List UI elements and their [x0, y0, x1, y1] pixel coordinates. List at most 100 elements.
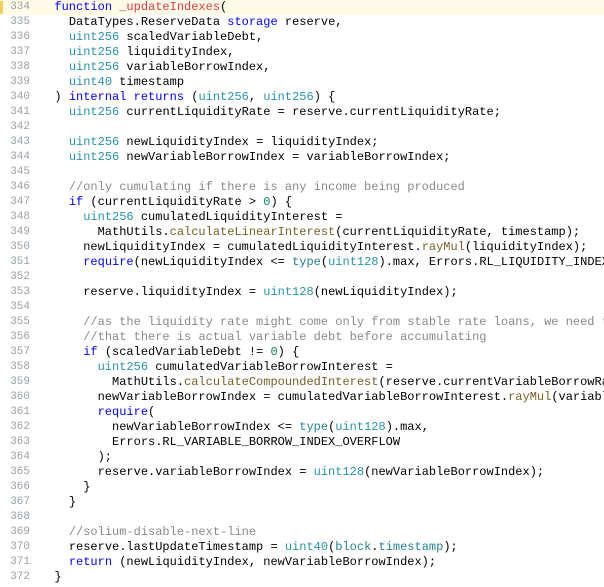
line-number: 371 — [0, 556, 40, 570]
code-line[interactable]: 344 uint256 newVariableBorrowIndex = var… — [0, 150, 604, 165]
code-content[interactable]: newVariableBorrowIndex = cumulatedVariab… — [40, 390, 604, 405]
code-content[interactable]: } — [40, 570, 604, 585]
line-number: 352 — [0, 271, 40, 285]
code-line[interactable]: 349 MathUtils.calculateLinearInterest(cu… — [0, 225, 604, 240]
code-content[interactable]: //solium-disable-next-line — [40, 525, 604, 540]
code-line[interactable]: 354 — [0, 300, 604, 315]
code-line[interactable]: 345 — [0, 165, 604, 180]
line-number: 370 — [0, 541, 40, 555]
code-content[interactable]: uint256 cumulatedVariableBorrowInterest … — [40, 360, 604, 375]
code-line[interactable]: 350 newLiquidityIndex = cumulatedLiquidi… — [0, 240, 604, 255]
line-number: 356 — [0, 331, 40, 345]
code-line[interactable]: 364 ); — [0, 450, 604, 465]
line-number: 364 — [0, 451, 40, 465]
line-number: 363 — [0, 436, 40, 450]
code-line[interactable]: 369 //solium-disable-next-line — [0, 525, 604, 540]
code-content[interactable]: DataTypes.ReserveData storage reserve, — [40, 15, 604, 30]
code-content[interactable]: MathUtils.calculateLinearInterest(curren… — [40, 225, 604, 240]
code-content[interactable]: ); — [40, 450, 604, 465]
code-content[interactable]: return (newLiquidityIndex, newVariableBo… — [40, 555, 604, 570]
code-content[interactable]: Errors.RL_VARIABLE_BORROW_INDEX_OVERFLOW — [40, 435, 604, 450]
line-number: 340 — [0, 91, 40, 105]
code-content[interactable]: if (currentLiquidityRate > 0) { — [40, 195, 604, 210]
code-content[interactable]: require( — [40, 405, 604, 420]
code-content[interactable]: ) internal returns (uint256, uint256) { — [40, 90, 604, 105]
code-content[interactable]: //that there is actual variable debt bef… — [40, 330, 604, 345]
code-content[interactable]: //only cumulating if there is any income… — [40, 180, 604, 195]
code-line[interactable]: 347 if (currentLiquidityRate > 0) { — [0, 195, 604, 210]
code-line[interactable]: 365 reserve.variableBorrowIndex = uint12… — [0, 465, 604, 480]
line-number: 372 — [0, 571, 40, 585]
code-content[interactable]: MathUtils.calculateCompoundedInterest(re… — [40, 375, 604, 390]
line-number: 343 — [0, 136, 40, 150]
code-content[interactable]: uint256 scaledVariableDebt, — [40, 30, 604, 45]
line-number: 361 — [0, 406, 40, 420]
code-line[interactable]: 361 require( — [0, 405, 604, 420]
code-content[interactable]: } — [40, 480, 604, 495]
code-content[interactable]: uint256 variableBorrowIndex, — [40, 60, 604, 75]
code-line[interactable]: 359 MathUtils.calculateCompoundedInteres… — [0, 375, 604, 390]
line-number: 359 — [0, 376, 40, 390]
code-line[interactable]: 368 — [0, 510, 604, 525]
line-number: 358 — [0, 361, 40, 375]
code-content[interactable]: newLiquidityIndex = cumulatedLiquidityIn… — [40, 240, 604, 255]
code-line[interactable]: 371 return (newLiquidityIndex, newVariab… — [0, 555, 604, 570]
line-number: 367 — [0, 496, 40, 510]
code-content[interactable]: reserve.liquidityIndex = uint128(newLiqu… — [40, 285, 604, 300]
code-content[interactable]: uint256 currentLiquidityRate = reserve.c… — [40, 105, 604, 120]
code-line[interactable]: 367 } — [0, 495, 604, 510]
code-line[interactable]: 341 uint256 currentLiquidityRate = reser… — [0, 105, 604, 120]
code-line[interactable]: 353 reserve.liquidityIndex = uint128(new… — [0, 285, 604, 300]
code-content[interactable]: require(newLiquidityIndex <= type(uint12… — [40, 255, 604, 270]
code-content[interactable]: uint256 cumulatedLiquidityInterest = — [40, 210, 604, 225]
code-line[interactable]: 343 uint256 newLiquidityIndex = liquidit… — [0, 135, 604, 150]
line-number: 337 — [0, 46, 40, 60]
code-content[interactable]: reserve.variableBorrowIndex = uint128(ne… — [40, 465, 604, 480]
code-line[interactable]: 337 uint256 liquidityIndex, — [0, 45, 604, 60]
code-editor[interactable]: 334 function _updateIndexes(335 DataType… — [0, 0, 604, 585]
line-number: 351 — [0, 256, 40, 270]
code-line[interactable]: 352 — [0, 270, 604, 285]
line-number: 335 — [0, 16, 40, 30]
code-line[interactable]: 358 uint256 cumulatedVariableBorrowInter… — [0, 360, 604, 375]
line-number: 336 — [0, 31, 40, 45]
code-content[interactable]: if (scaledVariableDebt != 0) { — [40, 345, 604, 360]
code-content[interactable]: function _updateIndexes( — [40, 0, 604, 15]
line-number: 348 — [0, 211, 40, 225]
code-content[interactable]: } — [40, 495, 604, 510]
line-number: 360 — [0, 391, 40, 405]
code-line[interactable]: 340 ) internal returns (uint256, uint256… — [0, 90, 604, 105]
code-line[interactable]: 351 require(newLiquidityIndex <= type(ui… — [0, 255, 604, 270]
code-content[interactable]: newVariableBorrowIndex <= type(uint128).… — [40, 420, 604, 435]
code-content[interactable]: uint40 timestamp — [40, 75, 604, 90]
line-number: 354 — [0, 301, 40, 315]
code-content[interactable]: //as the liquidity rate might come only … — [40, 315, 604, 330]
code-line[interactable]: 370 reserve.lastUpdateTimestamp = uint40… — [0, 540, 604, 555]
code-content[interactable]: reserve.lastUpdateTimestamp = uint40(blo… — [40, 540, 604, 555]
line-number: 368 — [0, 511, 40, 525]
code-line[interactable]: 355 //as the liquidity rate might come o… — [0, 315, 604, 330]
code-content[interactable]: uint256 newVariableBorrowIndex = variabl… — [40, 150, 604, 165]
code-line[interactable]: 338 uint256 variableBorrowIndex, — [0, 60, 604, 75]
code-line[interactable]: 363 Errors.RL_VARIABLE_BORROW_INDEX_OVER… — [0, 435, 604, 450]
code-line[interactable]: 366 } — [0, 480, 604, 495]
code-line[interactable]: 357 if (scaledVariableDebt != 0) { — [0, 345, 604, 360]
code-line[interactable]: 356 //that there is actual variable debt… — [0, 330, 604, 345]
code-line[interactable]: 362 newVariableBorrowIndex <= type(uint1… — [0, 420, 604, 435]
line-number: 345 — [0, 166, 40, 180]
code-line[interactable]: 335 DataTypes.ReserveData storage reserv… — [0, 15, 604, 30]
code-line[interactable]: 346 //only cumulating if there is any in… — [0, 180, 604, 195]
code-line[interactable]: 334 function _updateIndexes( — [0, 0, 604, 15]
line-number: 350 — [0, 241, 40, 255]
code-line[interactable]: 348 uint256 cumulatedLiquidityInterest = — [0, 210, 604, 225]
code-line[interactable]: 339 uint40 timestamp — [0, 75, 604, 90]
code-line[interactable]: 372 } — [0, 570, 604, 585]
code-content[interactable]: uint256 liquidityIndex, — [40, 45, 604, 60]
line-number: 353 — [0, 286, 40, 300]
line-number: 339 — [0, 76, 40, 90]
code-line[interactable]: 360 newVariableBorrowIndex = cumulatedVa… — [0, 390, 604, 405]
line-number: 344 — [0, 151, 40, 165]
code-line[interactable]: 342 — [0, 120, 604, 135]
code-line[interactable]: 336 uint256 scaledVariableDebt, — [0, 30, 604, 45]
code-content[interactable]: uint256 newLiquidityIndex = liquidityInd… — [40, 135, 604, 150]
